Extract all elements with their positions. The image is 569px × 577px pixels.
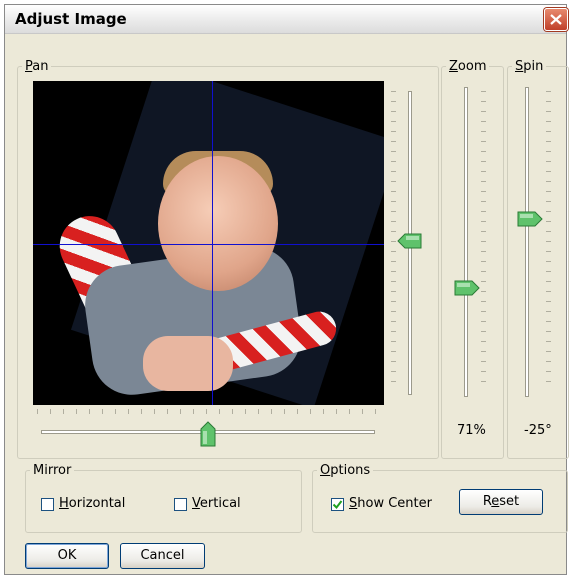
zoom-ticks <box>481 91 486 391</box>
close-button[interactable] <box>544 8 568 31</box>
vertical-label[interactable]: Vertical <box>192 496 241 511</box>
spin-group: Spin <box>507 59 569 459</box>
mirror-legend: Mirror <box>33 463 72 478</box>
checkmark-icon <box>332 500 343 510</box>
pan-preview[interactable] <box>33 81 384 405</box>
zoom-group: Zoom <box>441 59 504 459</box>
hands <box>143 336 233 391</box>
reset-button[interactable]: Reset <box>459 489 543 515</box>
pan-vertical-thumb-icon[interactable] <box>397 233 423 249</box>
horizontal-checkbox[interactable] <box>41 498 54 511</box>
pan-legend: Pan <box>25 59 49 74</box>
vertical-checkbox[interactable] <box>174 498 187 511</box>
dialog-title: Adjust Image <box>15 10 127 28</box>
center-crosshair-horizontal <box>33 244 384 245</box>
spin-ticks <box>546 91 551 391</box>
pan-horizontal-ticks <box>37 409 377 414</box>
zoom-value: 71% <box>457 423 486 438</box>
ok-button[interactable]: OK <box>25 543 109 569</box>
spin-track[interactable] <box>525 87 529 397</box>
zoom-legend: Zoom <box>449 59 487 74</box>
close-icon <box>550 14 562 25</box>
spin-legend: Spin <box>515 59 544 74</box>
cancel-button[interactable]: Cancel <box>120 543 205 569</box>
child-face <box>158 156 278 291</box>
zoom-thumb-icon[interactable] <box>454 280 480 296</box>
show-center-checkbox[interactable] <box>331 498 344 511</box>
center-crosshair-vertical <box>212 81 213 405</box>
title-bar[interactable]: Adjust Image <box>5 5 568 34</box>
spin-thumb-icon[interactable] <box>517 211 543 227</box>
pan-horizontal-thumb-icon[interactable] <box>200 421 216 447</box>
spin-value: -25° <box>524 423 552 438</box>
pan-vertical-ticks <box>391 91 396 391</box>
show-center-label[interactable]: Show Center <box>349 496 432 511</box>
options-legend: Options <box>320 463 371 478</box>
horizontal-label[interactable]: Horizontal <box>59 496 125 511</box>
zoom-track[interactable] <box>464 87 468 397</box>
adjust-image-dialog: Adjust Image Pan Zoom 71% Spin -25° Mirr… <box>4 4 569 575</box>
